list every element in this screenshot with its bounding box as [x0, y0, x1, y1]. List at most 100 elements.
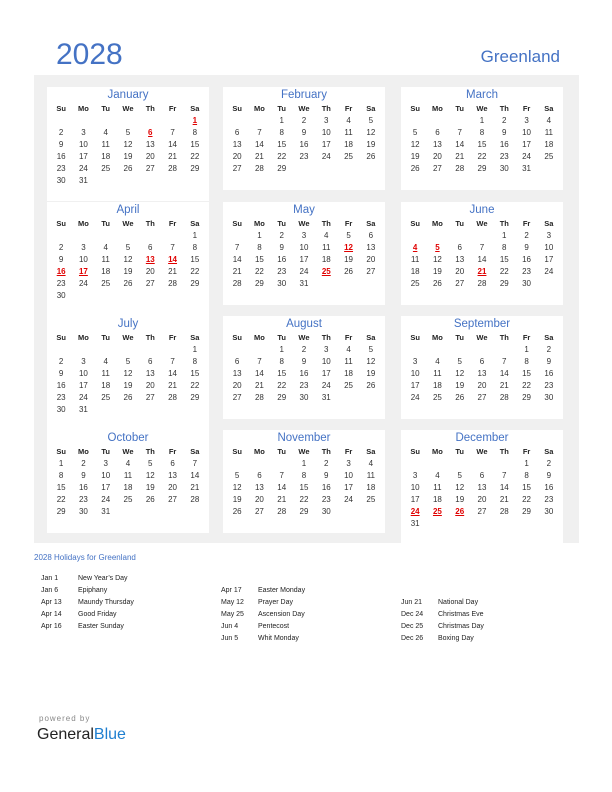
- day-cell: 5: [234, 471, 240, 480]
- day-cell: 26: [344, 267, 354, 276]
- weekday-header: Mo: [432, 219, 443, 228]
- day-cell: 4: [346, 345, 351, 354]
- weekday-header: Su: [232, 104, 242, 113]
- day-cell: 3: [301, 231, 307, 240]
- holiday-day: 6: [148, 128, 153, 137]
- day-cell: 16: [522, 255, 532, 264]
- weekday-header: Sa: [544, 104, 554, 113]
- day-cell: 11: [101, 255, 110, 264]
- holiday-day: 5: [435, 243, 440, 252]
- day-cell: 3: [546, 231, 552, 240]
- holiday-name: Pentecost: [258, 623, 290, 630]
- month-august: August Su Mo Tu We Th Fr Sa 1 2 3 4 5 6 7 8 9 10 11 12 13 14 1…: [223, 316, 385, 419]
- empty-cell: [50, 344, 72, 356]
- day-cell: 3: [412, 357, 418, 366]
- day-cell: 19: [455, 381, 465, 390]
- holiday-day: 1: [192, 116, 198, 125]
- day-cell: 14: [168, 369, 178, 378]
- day-cell: 31: [321, 393, 331, 402]
- day-cell: 17: [344, 483, 354, 492]
- day-cell: 6: [457, 243, 462, 252]
- day-cell: 15: [477, 140, 487, 149]
- day-cell: 27: [455, 279, 465, 288]
- day-cell: 22: [522, 381, 532, 390]
- day-cell: 1: [524, 459, 529, 468]
- weekday-header: Su: [56, 219, 66, 228]
- day-cell: 25: [432, 393, 442, 402]
- day-cell: 9: [324, 471, 329, 480]
- day-cell: 27: [432, 164, 442, 173]
- weekday-header: Mo: [432, 104, 443, 113]
- day-cell: 4: [103, 243, 108, 252]
- day-cell: 24: [321, 381, 331, 390]
- holiday-item: Apr 16 Easter Sunday: [41, 621, 134, 633]
- day-cell: 27: [232, 164, 242, 173]
- day-cell: 22: [190, 267, 200, 276]
- day-cell: 6: [435, 128, 440, 137]
- day-cell: 28: [499, 507, 509, 516]
- holiday-name: Whit Monday: [258, 635, 299, 642]
- day-cell: 13: [477, 483, 487, 492]
- empty-cell: [493, 344, 515, 356]
- day-cell: 23: [544, 495, 554, 504]
- day-cell: 19: [366, 140, 376, 149]
- day-cell: 8: [279, 357, 284, 366]
- day-cell: 26: [123, 393, 133, 402]
- holiday-name: Maundy Thursday: [78, 599, 134, 606]
- day-cell: 27: [145, 279, 155, 288]
- day-cell: 4: [103, 128, 108, 137]
- holiday-date: Jan 1: [41, 575, 59, 582]
- day-cell: 31: [522, 164, 532, 173]
- day-cell: 24: [101, 495, 111, 504]
- day-cell: 2: [279, 231, 284, 240]
- day-cell: 20: [366, 255, 376, 264]
- day-cell: 12: [145, 471, 155, 480]
- day-cell: 5: [346, 231, 351, 240]
- day-cell: 15: [190, 140, 200, 149]
- weekday-header: Su: [56, 447, 66, 456]
- month-september: September Su Mo Tu We Th Fr Sa 1 2 3 4 5 6 7 8 9 10 11 12 13…: [401, 316, 563, 419]
- day-cell: 8: [479, 128, 485, 137]
- day-cell: 26: [123, 279, 133, 288]
- weekday-header: Tu: [277, 333, 286, 342]
- day-cell: 23: [522, 267, 532, 276]
- day-cell: 9: [502, 128, 507, 137]
- day-cell: 8: [257, 243, 262, 252]
- holiday-name: Prayer Day: [258, 599, 294, 606]
- day-cell: 20: [168, 483, 178, 492]
- day-cell: 21: [232, 267, 242, 276]
- day-cell: 21: [499, 495, 509, 504]
- weekday-header: Sa: [190, 219, 200, 228]
- weekday-header: We: [298, 104, 310, 113]
- holiday-date: Dec 24: [401, 611, 424, 618]
- weekday-header: Su: [410, 333, 420, 342]
- day-cell: 23: [499, 152, 509, 161]
- empty-cell: [471, 344, 493, 356]
- weekday-header: Fr: [344, 219, 353, 228]
- weekday-header: Sa: [544, 447, 554, 456]
- weekday-header: Tu: [101, 447, 110, 456]
- empty-cell: [139, 344, 161, 356]
- day-cell: 21: [455, 152, 465, 161]
- month-grid: Su Mo Tu We Th Fr Sa 1 2 3 4 5 6 7 8 9 10 11 12 13 14 15 16 17 1…: [223, 217, 385, 290]
- day-cell: 17: [299, 255, 309, 264]
- day-cell: 29: [190, 393, 200, 402]
- day-cell: 4: [324, 231, 329, 240]
- weekday-header: Su: [56, 333, 66, 342]
- day-cell: 13: [366, 243, 376, 252]
- weekday-header: Sa: [366, 104, 376, 113]
- weekday-header: Su: [410, 447, 420, 456]
- holiday-item: May 25 Ascension Day: [221, 609, 305, 621]
- holiday-day: 13: [145, 255, 155, 264]
- day-cell: 30: [544, 393, 554, 402]
- day-cell: 11: [123, 471, 133, 480]
- day-cell: 6: [170, 459, 175, 468]
- month-october: October Su Mo Tu We Th Fr Sa 1 2 3 4 5 6 7 8 9 10 11 12 13 14…: [47, 430, 209, 533]
- weekday-header: Th: [145, 447, 155, 456]
- weekday-header: Su: [232, 333, 242, 342]
- weekday-header: Tu: [101, 333, 110, 342]
- weekday-header: Tu: [455, 104, 464, 113]
- day-cell: 3: [324, 116, 329, 125]
- day-cell: 12: [123, 140, 133, 149]
- holiday-item: Jun 5 Whit Monday: [221, 633, 305, 645]
